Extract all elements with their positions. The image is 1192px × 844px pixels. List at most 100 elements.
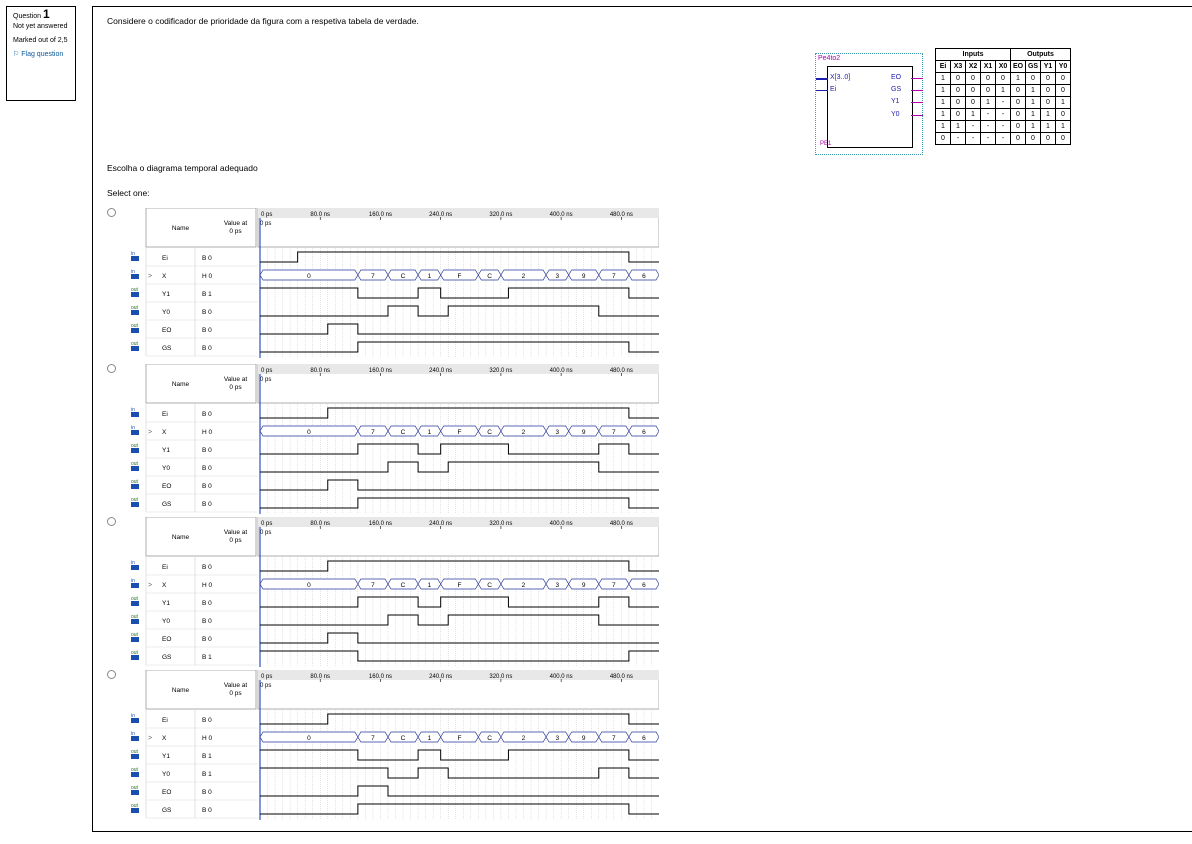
- svg-text:in: in: [131, 578, 135, 584]
- waveform-diagram-2: Name Value at 0 ps 0 ps 80.0 ns 160.0 ns 240.0…: [129, 364, 659, 514]
- option-radio-1[interactable]: [107, 208, 116, 217]
- truth-table-cell: 1: [1025, 96, 1041, 109]
- output-line: [911, 102, 923, 103]
- question-number: Question 1: [13, 7, 50, 21]
- svg-text:in: in: [131, 407, 135, 413]
- bus-value: 6: [642, 273, 646, 280]
- bus-value: 7: [371, 429, 375, 436]
- truth-table-header: GS: [1025, 60, 1041, 73]
- truth-table-cell: 0: [1055, 72, 1071, 85]
- signal-name: EO: [162, 483, 171, 490]
- input-pin-icon: in: [131, 407, 139, 417]
- truth-table-cell: 1: [1040, 108, 1056, 121]
- truth-table-header: X0: [995, 60, 1011, 73]
- bus-value: F: [458, 582, 462, 589]
- truth-table-cell: 1: [980, 96, 996, 109]
- svg-text:in: in: [131, 713, 135, 719]
- output-pin-icon: out: [131, 479, 139, 489]
- truth-table-cell: 0: [1010, 108, 1026, 121]
- truth-table-cell: 0: [950, 72, 966, 85]
- bus-line: [816, 78, 828, 80]
- truth-table-cell: -: [965, 120, 981, 133]
- signal-value: B 0: [202, 465, 212, 472]
- signal-value: B 1: [202, 291, 212, 298]
- svg-text:out: out: [131, 479, 139, 485]
- flag-question-link[interactable]: ⚐ Flag question: [13, 51, 69, 59]
- truth-table-cell: 1: [1025, 108, 1041, 121]
- signal-name: EO: [162, 327, 171, 334]
- bus-value: 2: [522, 429, 526, 436]
- name-header: Name: [172, 381, 190, 388]
- truth-table-cell: 0: [1055, 84, 1071, 97]
- time-tick-label: 0 ps: [261, 368, 272, 374]
- signal-name: X: [162, 735, 167, 742]
- signal-name: Y0: [162, 465, 170, 472]
- signal-name: Ei: [162, 411, 168, 418]
- output-line: [911, 90, 923, 91]
- bus-value: F: [458, 273, 462, 280]
- truth-table-cell: -: [995, 108, 1011, 121]
- signal-waveform: [260, 614, 659, 626]
- signal-waveform: [260, 323, 659, 335]
- option-radio-2[interactable]: [107, 364, 116, 373]
- signal-value: B 1: [202, 654, 212, 661]
- truth-table-cell: -: [995, 132, 1011, 145]
- svg-text:in: in: [131, 731, 135, 737]
- signal-name: GS: [162, 345, 172, 352]
- bus-value: C: [401, 273, 406, 280]
- svg-text:out: out: [131, 596, 139, 602]
- signal-waveform: [260, 497, 659, 509]
- truth-table-header: EO: [1010, 60, 1026, 73]
- output-pin-icon: out: [131, 443, 139, 453]
- output-line: [911, 78, 923, 79]
- symbol-name: Pe4to2: [818, 55, 841, 62]
- truth-table-cell: 0: [950, 108, 966, 121]
- output-line: [911, 115, 923, 116]
- instance-name: PE1: [820, 141, 832, 147]
- value-header: 0 ps: [229, 228, 242, 235]
- signal-waveform: [260, 632, 659, 644]
- truth-table-header: X1: [980, 60, 996, 73]
- truth-table-cell: 1: [995, 84, 1011, 97]
- signal-name: Y0: [162, 618, 170, 625]
- bus-value: C: [487, 582, 492, 589]
- signal-waveform: [260, 479, 659, 491]
- encoder-symbol: Pe4to2 X[3..0] Ei EO GS Y1 Y0 PE1: [815, 53, 923, 155]
- signal-value: B 0: [202, 501, 212, 508]
- truth-table-cell: -: [995, 120, 1011, 133]
- expand-chevron-icon[interactable]: >: [148, 582, 152, 589]
- signal-name: Y0: [162, 309, 170, 316]
- signal-name: EO: [162, 636, 171, 643]
- expand-chevron-icon[interactable]: >: [148, 429, 152, 436]
- bus-value: 3: [556, 273, 560, 280]
- truth-table-row: 11---0111: [935, 120, 1071, 133]
- signal-name: Ei: [162, 564, 168, 571]
- truth-table-cell: 0: [980, 72, 996, 85]
- signal-value: B 0: [202, 600, 212, 607]
- bus-value: 0: [307, 273, 311, 280]
- svg-text:in: in: [131, 251, 135, 257]
- output-pin-icon: out: [131, 614, 139, 624]
- question-marks: Marked out of 2,5: [13, 37, 68, 44]
- bus-value: 7: [371, 735, 375, 742]
- option-radio-4[interactable]: [107, 670, 116, 679]
- truth-table-cell: 0: [965, 84, 981, 97]
- svg-text:out: out: [131, 497, 139, 503]
- expand-chevron-icon[interactable]: >: [148, 735, 152, 742]
- svg-text:out: out: [131, 767, 139, 773]
- truth-table: Inputs Outputs Ei X3 X2 X1 X0 EO GS Y1 Y0 100001…: [935, 48, 1071, 145]
- expand-chevron-icon[interactable]: >: [148, 273, 152, 280]
- truth-table-cell: 0: [935, 132, 951, 145]
- truth-table-cell: -: [980, 132, 996, 145]
- svg-text:out: out: [131, 632, 139, 638]
- truth-table-cell: 0: [980, 84, 996, 97]
- signal-waveform: [260, 287, 659, 299]
- bus-value: 2: [522, 735, 526, 742]
- truth-table-row: 101--0110: [935, 108, 1071, 121]
- pin-x: X[3..0]: [830, 74, 851, 81]
- option-radio-3[interactable]: [107, 517, 116, 526]
- signal-name: Y1: [162, 753, 170, 760]
- truth-table-header: X2: [965, 60, 981, 73]
- bus-value: 1: [428, 735, 432, 742]
- truth-table-cell: 0: [1010, 132, 1026, 145]
